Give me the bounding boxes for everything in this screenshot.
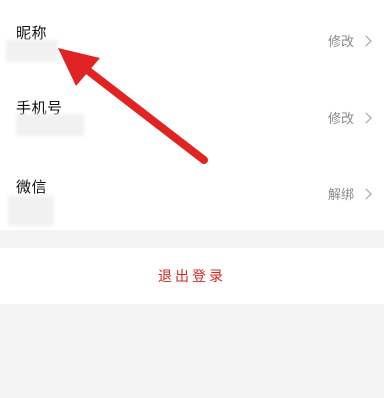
bottom-empty-area <box>0 304 384 398</box>
nickname-edit-label: 修改 <box>327 35 354 50</box>
chevron-right-icon <box>360 111 372 124</box>
nickname-row[interactable]: 昵称 修改 <box>0 0 384 78</box>
logout-label: 退出登录 <box>158 269 226 285</box>
wechat-unbind-action[interactable]: 解绑 <box>327 184 372 203</box>
phone-edit-action[interactable]: 修改 <box>327 108 372 127</box>
section-divider <box>0 230 384 248</box>
chevron-right-icon <box>360 187 372 200</box>
account-settings-page: 昵称 修改 手机号 修改 微信 解绑 退出登录 <box>0 0 384 398</box>
wechat-row[interactable]: 微信 解绑 <box>0 156 384 230</box>
wechat-value-redacted <box>8 196 54 226</box>
wechat-label: 微信 <box>16 178 48 196</box>
logout-button[interactable]: 退出登录 <box>0 248 384 304</box>
wechat-unbind-label: 解绑 <box>327 188 354 203</box>
nickname-edit-action[interactable]: 修改 <box>327 31 372 50</box>
phone-row[interactable]: 手机号 修改 <box>0 78 384 156</box>
nickname-value-redacted <box>6 40 58 62</box>
chevron-right-icon <box>360 34 372 47</box>
phone-edit-label: 修改 <box>327 112 354 127</box>
phone-value-redacted <box>16 114 84 136</box>
